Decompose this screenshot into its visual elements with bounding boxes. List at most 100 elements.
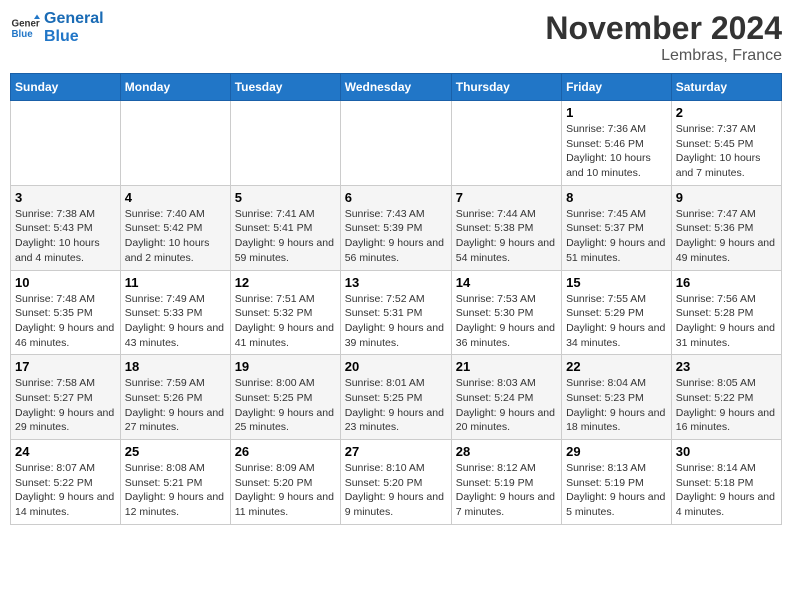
calendar-cell: 26 Sunrise: 8:09 AM Sunset: 5:20 PM Dayli…	[230, 440, 340, 525]
day-info: Sunrise: 7:53 AM Sunset: 5:30 PM Dayligh…	[456, 292, 557, 351]
calendar-week-row: 1Sunrise: 7:36 AM Sunset: 5:46 PM Daylig…	[11, 101, 782, 186]
day-number: 5	[235, 190, 336, 205]
day-number: 14	[456, 275, 557, 290]
day-info: Sunrise: 8:10 AM Sunset: 5:20 PM Dayligh…	[345, 461, 447, 520]
day-number: 20	[345, 359, 447, 374]
calendar-cell: 1Sunrise: 7:36 AM Sunset: 5:46 PM Daylig…	[562, 101, 672, 186]
day-number: 10	[15, 275, 116, 290]
calendar-cell: 5 Sunrise: 7:41 AM Sunset: 5:41 PM Daylig…	[230, 185, 340, 270]
calendar-cell	[451, 101, 561, 186]
calendar-cell	[230, 101, 340, 186]
day-number: 17	[15, 359, 116, 374]
day-info: Sunrise: 8:01 AM Sunset: 5:25 PM Dayligh…	[345, 376, 447, 435]
title-area: November 2024 Lembras, France	[545, 10, 782, 65]
day-number: 9	[676, 190, 777, 205]
calendar-cell: 13 Sunrise: 7:52 AM Sunset: 5:31 PM Dayli…	[340, 270, 451, 355]
calendar-cell	[120, 101, 230, 186]
calendar-cell: 16 Sunrise: 7:56 AM Sunset: 5:28 PM Dayli…	[671, 270, 781, 355]
day-info: Sunrise: 7:38 AM Sunset: 5:43 PM Dayligh…	[15, 207, 116, 266]
day-info: Sunrise: 7:48 AM Sunset: 5:35 PM Dayligh…	[15, 292, 116, 351]
day-number: 21	[456, 359, 557, 374]
day-info: Sunrise: 8:13 AM Sunset: 5:19 PM Dayligh…	[566, 461, 667, 520]
day-info: Sunrise: 7:59 AM Sunset: 5:26 PM Dayligh…	[125, 376, 226, 435]
day-number: 11	[125, 275, 226, 290]
day-info: Sunrise: 8:04 AM Sunset: 5:23 PM Dayligh…	[566, 376, 667, 435]
weekday-header: Sunday	[11, 74, 121, 101]
day-info: Sunrise: 7:40 AM Sunset: 5:42 PM Dayligh…	[125, 207, 226, 266]
day-number: 30	[676, 444, 777, 459]
weekday-header: Monday	[120, 74, 230, 101]
day-info: Sunrise: 7:47 AM Sunset: 5:36 PM Dayligh…	[676, 207, 777, 266]
weekday-header: Thursday	[451, 74, 561, 101]
calendar-cell: 19 Sunrise: 8:00 AM Sunset: 5:25 PM Dayli…	[230, 355, 340, 440]
calendar-cell: 17 Sunrise: 7:58 AM Sunset: 5:27 PM Dayli…	[11, 355, 121, 440]
day-info: Sunrise: 8:14 AM Sunset: 5:18 PM Dayligh…	[676, 461, 777, 520]
day-info: Sunrise: 7:45 AM Sunset: 5:37 PM Dayligh…	[566, 207, 667, 266]
day-info: Sunrise: 7:52 AM Sunset: 5:31 PM Dayligh…	[345, 292, 447, 351]
logo-icon: General Blue	[10, 13, 40, 43]
calendar-cell: 9 Sunrise: 7:47 AM Sunset: 5:36 PM Daylig…	[671, 185, 781, 270]
calendar-header: SundayMondayTuesdayWednesdayThursdayFrid…	[11, 74, 782, 101]
calendar-cell: 15Sunrise: 7:55 AM Sunset: 5:29 PM Dayli…	[562, 270, 672, 355]
day-number: 7	[456, 190, 557, 205]
day-number: 16	[676, 275, 777, 290]
calendar-cell: 14 Sunrise: 7:53 AM Sunset: 5:30 PM Dayli…	[451, 270, 561, 355]
day-number: 15	[566, 275, 667, 290]
calendar-body: 1Sunrise: 7:36 AM Sunset: 5:46 PM Daylig…	[11, 101, 782, 525]
calendar-cell: 12 Sunrise: 7:51 AM Sunset: 5:32 PM Dayli…	[230, 270, 340, 355]
day-info: Sunrise: 7:49 AM Sunset: 5:33 PM Dayligh…	[125, 292, 226, 351]
location-title: Lembras, France	[545, 47, 782, 65]
day-info: Sunrise: 7:51 AM Sunset: 5:32 PM Dayligh…	[235, 292, 336, 351]
weekday-header: Tuesday	[230, 74, 340, 101]
month-title: November 2024	[545, 10, 782, 47]
calendar-cell: 11 Sunrise: 7:49 AM Sunset: 5:33 PM Dayli…	[120, 270, 230, 355]
day-number: 24	[15, 444, 116, 459]
calendar-cell: 10 Sunrise: 7:48 AM Sunset: 5:35 PM Dayli…	[11, 270, 121, 355]
calendar-cell: 22 Sunrise: 8:04 AM Sunset: 5:23 PM Dayli…	[562, 355, 672, 440]
calendar-week-row: 17 Sunrise: 7:58 AM Sunset: 5:27 PM Dayli…	[11, 355, 782, 440]
calendar-cell: 2Sunrise: 7:37 AM Sunset: 5:45 PM Daylig…	[671, 101, 781, 186]
day-number: 8	[566, 190, 667, 205]
day-number: 13	[345, 275, 447, 290]
day-number: 22	[566, 359, 667, 374]
day-info: Sunrise: 7:56 AM Sunset: 5:28 PM Dayligh…	[676, 292, 777, 351]
svg-text:Blue: Blue	[12, 29, 34, 40]
header: General Blue GeneralBlue November 2024 L…	[10, 10, 782, 65]
calendar-cell: 25 Sunrise: 8:08 AM Sunset: 5:21 PM Dayli…	[120, 440, 230, 525]
weekday-header: Friday	[562, 74, 672, 101]
calendar-week-row: 10 Sunrise: 7:48 AM Sunset: 5:35 PM Dayli…	[11, 270, 782, 355]
day-number: 3	[15, 190, 116, 205]
day-info: Sunrise: 8:07 AM Sunset: 5:22 PM Dayligh…	[15, 461, 116, 520]
day-info: Sunrise: 8:03 AM Sunset: 5:24 PM Dayligh…	[456, 376, 557, 435]
weekday-header: Wednesday	[340, 74, 451, 101]
day-info: Sunrise: 7:58 AM Sunset: 5:27 PM Dayligh…	[15, 376, 116, 435]
day-info: Sunrise: 8:09 AM Sunset: 5:20 PM Dayligh…	[235, 461, 336, 520]
day-info: Sunrise: 7:43 AM Sunset: 5:39 PM Dayligh…	[345, 207, 447, 266]
day-info: Sunrise: 8:00 AM Sunset: 5:25 PM Dayligh…	[235, 376, 336, 435]
logo-text: GeneralBlue	[44, 10, 104, 45]
calendar-cell: 28Sunrise: 8:12 AM Sunset: 5:19 PM Dayli…	[451, 440, 561, 525]
day-number: 23	[676, 359, 777, 374]
day-info: Sunrise: 8:05 AM Sunset: 5:22 PM Dayligh…	[676, 376, 777, 435]
day-info: Sunrise: 7:41 AM Sunset: 5:41 PM Dayligh…	[235, 207, 336, 266]
calendar-week-row: 24 Sunrise: 8:07 AM Sunset: 5:22 PM Dayli…	[11, 440, 782, 525]
day-number: 18	[125, 359, 226, 374]
calendar-cell: 30 Sunrise: 8:14 AM Sunset: 5:18 PM Dayli…	[671, 440, 781, 525]
calendar-cell: 20 Sunrise: 8:01 AM Sunset: 5:25 PM Dayli…	[340, 355, 451, 440]
day-number: 19	[235, 359, 336, 374]
calendar-cell: 24 Sunrise: 8:07 AM Sunset: 5:22 PM Dayli…	[11, 440, 121, 525]
calendar-cell: 18 Sunrise: 7:59 AM Sunset: 5:26 PM Dayli…	[120, 355, 230, 440]
day-number: 28	[456, 444, 557, 459]
calendar-cell	[340, 101, 451, 186]
day-number: 25	[125, 444, 226, 459]
day-number: 26	[235, 444, 336, 459]
day-info: Sunrise: 7:37 AM Sunset: 5:45 PM Dayligh…	[676, 122, 777, 181]
calendar-cell: 23 Sunrise: 8:05 AM Sunset: 5:22 PM Dayli…	[671, 355, 781, 440]
day-number: 27	[345, 444, 447, 459]
calendar-cell	[11, 101, 121, 186]
day-number: 12	[235, 275, 336, 290]
calendar-cell: 8 Sunrise: 7:45 AM Sunset: 5:37 PM Daylig…	[562, 185, 672, 270]
svg-text:General: General	[12, 18, 41, 29]
day-info: Sunrise: 8:08 AM Sunset: 5:21 PM Dayligh…	[125, 461, 226, 520]
day-info: Sunrise: 7:44 AM Sunset: 5:38 PM Dayligh…	[456, 207, 557, 266]
